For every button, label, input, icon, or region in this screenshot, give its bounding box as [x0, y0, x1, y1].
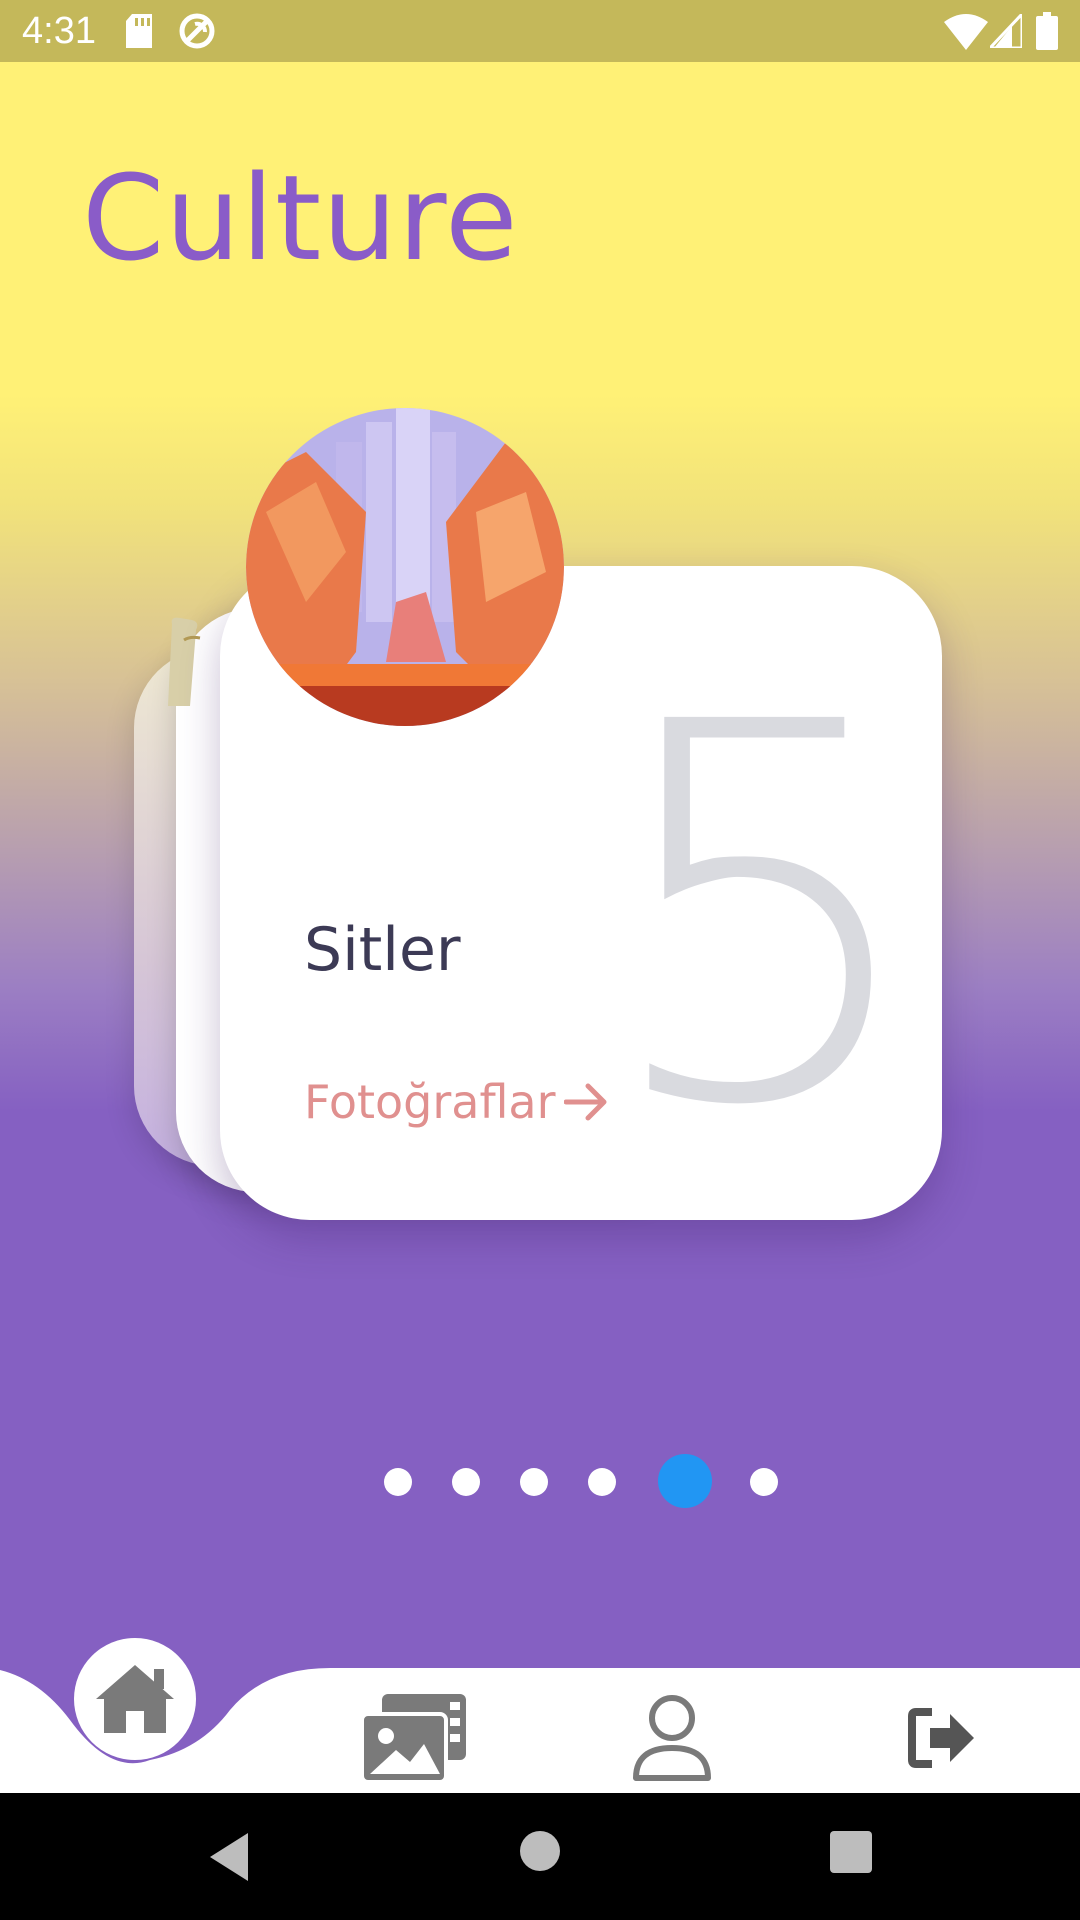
battery-icon	[1036, 12, 1058, 50]
card-title: Sitler	[304, 915, 461, 985]
photos-link-label: Fotoğraflar	[304, 1075, 556, 1129]
back-icon[interactable]	[204, 1827, 264, 1887]
person-icon	[633, 1695, 711, 1781]
pager-dot-6[interactable]	[750, 1468, 778, 1496]
nav-home-button[interactable]	[74, 1638, 196, 1760]
sd-card-icon	[126, 14, 152, 48]
card-number: 5	[598, 613, 929, 1219]
status-time: 4:31	[22, 10, 96, 52]
pager-dot-2[interactable]	[452, 1468, 480, 1496]
pager-dot-1[interactable]	[384, 1468, 412, 1496]
status-bar: 4:31	[0, 0, 1080, 62]
gallery-icon	[362, 1694, 466, 1782]
nav-gallery-button[interactable]	[362, 1694, 466, 1782]
pager-dot-4[interactable]	[588, 1468, 616, 1496]
app-screen: 4:31 Culture 5 Sitler Fotoğraflar	[0, 0, 1080, 1793]
arrow-right-icon	[563, 1083, 607, 1121]
logout-icon	[908, 1708, 974, 1768]
carousel-pager	[0, 1454, 1080, 1508]
pager-dot-5-active[interactable]	[658, 1454, 712, 1508]
system-home-icon[interactable]	[520, 1831, 560, 1871]
page-title: Culture	[82, 149, 519, 287]
signal-icon	[990, 14, 1022, 48]
canyon-image	[246, 408, 564, 726]
system-navigation-bar	[0, 1793, 1080, 1920]
home-icon	[96, 1665, 174, 1733]
pager-dot-3[interactable]	[520, 1468, 548, 1496]
recents-icon[interactable]	[830, 1831, 872, 1873]
wifi-icon	[944, 14, 988, 50]
nav-logout-button[interactable]	[908, 1706, 978, 1770]
nav-profile-button[interactable]	[632, 1694, 712, 1782]
photos-link[interactable]: Fotoğraflar	[304, 1074, 610, 1130]
sync-icon	[179, 13, 215, 49]
